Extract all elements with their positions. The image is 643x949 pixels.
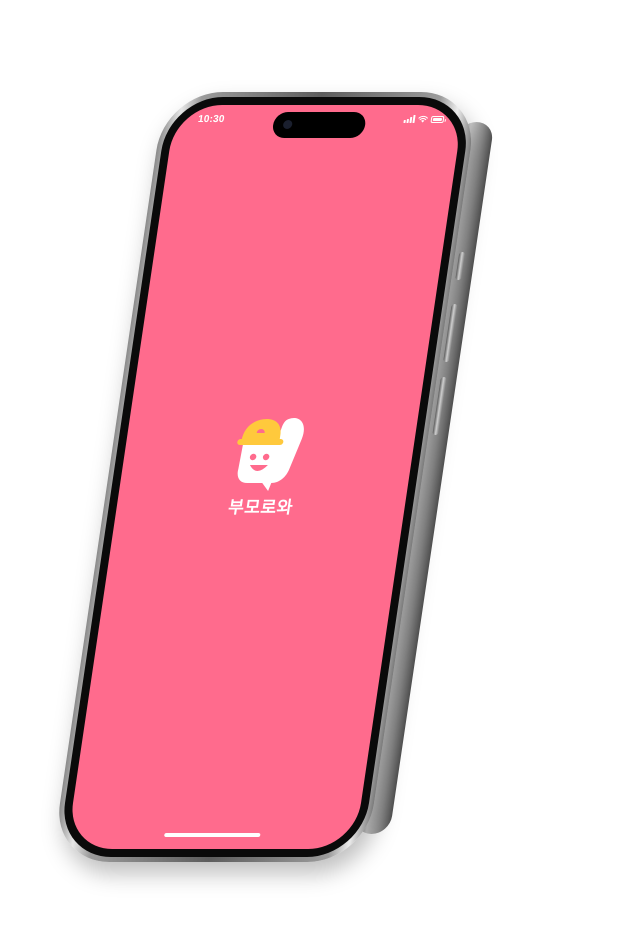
dynamic-island bbox=[271, 112, 368, 138]
phone-mockup: 10:30 부모로와 bbox=[51, 92, 495, 862]
splash-content: 부모로와 bbox=[115, 411, 419, 518]
status-time: 10:30 bbox=[197, 114, 226, 125]
home-indicator[interactable] bbox=[163, 833, 261, 837]
front-camera-icon bbox=[282, 120, 293, 129]
app-name: 부모로와 bbox=[226, 498, 295, 518]
splash-screen: 10:30 부모로와 bbox=[66, 105, 465, 849]
battery-icon bbox=[430, 115, 445, 123]
status-icons bbox=[403, 115, 445, 123]
mascot-hardhat-icon bbox=[237, 418, 304, 491]
wifi-icon bbox=[418, 115, 428, 123]
mockup-stage: 10:30 부모로와 bbox=[0, 0, 643, 949]
cellular-signal-icon bbox=[403, 115, 416, 123]
status-bar: 10:30 bbox=[172, 105, 464, 138]
